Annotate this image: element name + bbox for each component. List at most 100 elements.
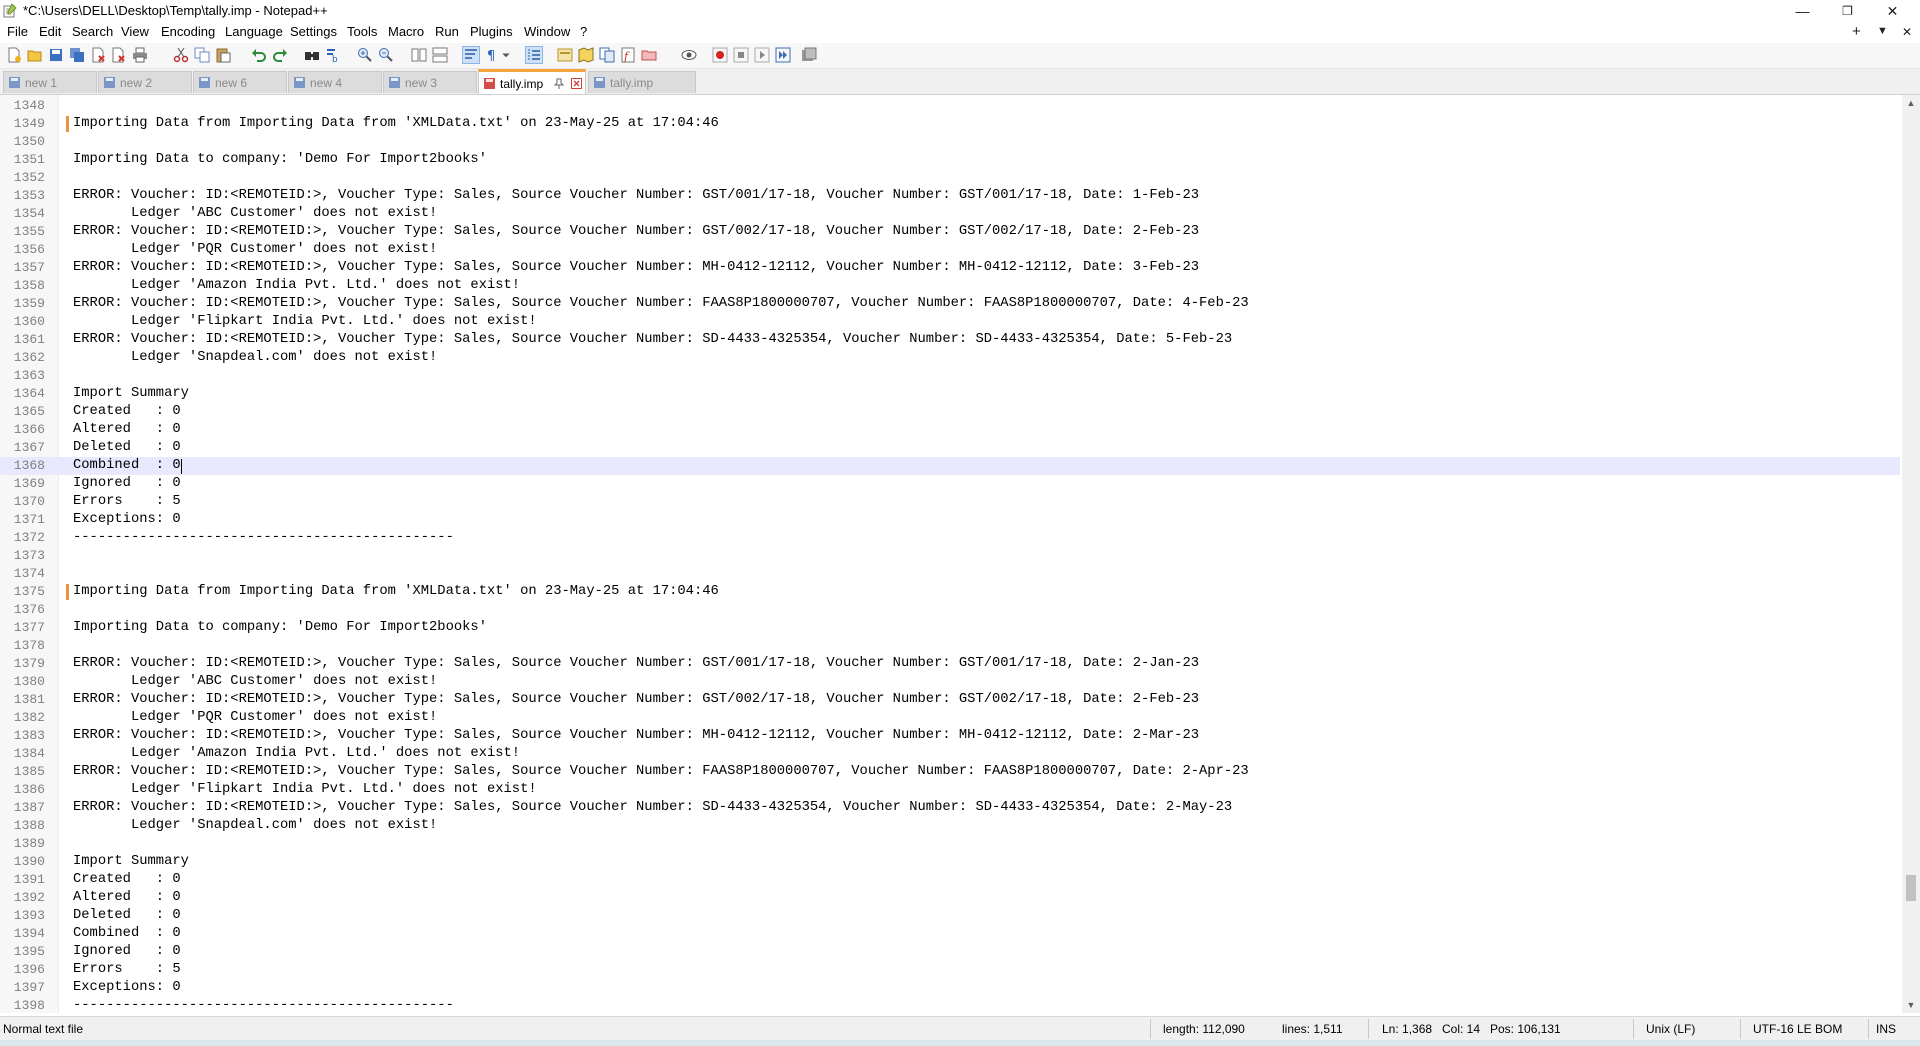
editor-line[interactable]: 1359 ERROR: Voucher: ID:<REMOTEID:>, Vouc… bbox=[0, 295, 1900, 313]
editor-line[interactable]: 1386 Ledger 'Flipkart India Pvt. Ltd.' d… bbox=[0, 781, 1900, 799]
stop-macro-icon[interactable] bbox=[732, 46, 750, 64]
line-text[interactable]: ERROR: Voucher: ID:<REMOTEID:>, Voucher … bbox=[73, 691, 1199, 709]
editor-line[interactable]: 1373 bbox=[0, 547, 1900, 565]
editor-line[interactable]: 1394 Combined : 0 bbox=[0, 925, 1900, 943]
line-text[interactable]: Importing Data from Importing Data from … bbox=[73, 583, 719, 601]
line-text[interactable]: Altered : 0 bbox=[73, 889, 181, 907]
record-macro-icon[interactable] bbox=[711, 46, 729, 64]
editor-line[interactable]: 1364 Import Summary bbox=[0, 385, 1900, 403]
line-text[interactable]: Deleted : 0 bbox=[73, 439, 181, 457]
menu-tools[interactable]: Tools bbox=[347, 24, 377, 39]
function-list-icon[interactable]: f bbox=[619, 46, 637, 64]
line-text[interactable]: Combined : 0 bbox=[73, 457, 181, 475]
pin-icon[interactable] bbox=[553, 78, 565, 90]
editor-line[interactable]: 1398 ------------------------------------… bbox=[0, 997, 1900, 1013]
new-file-icon[interactable] bbox=[5, 46, 23, 64]
editor-line[interactable]: 1397 Exceptions: 0 bbox=[0, 979, 1900, 997]
show-all-characters-icon[interactable]: ¶ bbox=[483, 46, 501, 64]
line-text[interactable]: ----------------------------------------… bbox=[73, 529, 454, 547]
editor-line[interactable]: 1355 ERROR: Voucher: ID:<REMOTEID:>, Vouc… bbox=[0, 223, 1900, 241]
editor-line[interactable]: 1380 Ledger 'ABC Customer' does not exis… bbox=[0, 673, 1900, 691]
line-text[interactable]: ERROR: Voucher: ID:<REMOTEID:>, Voucher … bbox=[73, 799, 1232, 817]
tab-list-button[interactable]: ▼ bbox=[1877, 25, 1888, 37]
line-text[interactable]: Ledger 'PQR Customer' does not exist! bbox=[73, 241, 437, 259]
editor-line[interactable]: 1387 ERROR: Voucher: ID:<REMOTEID:>, Vouc… bbox=[0, 799, 1900, 817]
scroll-down-icon[interactable]: ▼ bbox=[1902, 997, 1920, 1013]
editor-line[interactable]: 1389 bbox=[0, 835, 1900, 853]
new-tab-button[interactable]: + bbox=[1852, 23, 1861, 40]
editor-line[interactable]: 1388 Ledger 'Snapdeal.com' does not exis… bbox=[0, 817, 1900, 835]
line-text[interactable]: Ledger 'Flipkart India Pvt. Ltd.' does n… bbox=[73, 313, 537, 331]
editor-line[interactable]: 1385 ERROR: Voucher: ID:<REMOTEID:>, Vouc… bbox=[0, 763, 1900, 781]
sync-horizontal-icon[interactable] bbox=[431, 46, 449, 64]
editor-line[interactable]: 1361 ERROR: Voucher: ID:<REMOTEID:>, Vouc… bbox=[0, 331, 1900, 349]
menu-edit[interactable]: Edit bbox=[39, 24, 61, 39]
editor-line[interactable]: 1369 Ignored : 0 bbox=[0, 475, 1900, 493]
menu-run[interactable]: Run bbox=[435, 24, 459, 39]
save-icon[interactable] bbox=[47, 46, 65, 64]
open-file-icon[interactable] bbox=[26, 46, 44, 64]
menu-search[interactable]: Search bbox=[72, 24, 113, 39]
line-text[interactable]: Importing Data from Importing Data from … bbox=[73, 115, 719, 133]
editor-line[interactable]: 1377 Importing Data to company: 'Demo For… bbox=[0, 619, 1900, 637]
line-text[interactable]: Ledger 'Snapdeal.com' does not exist! bbox=[73, 817, 437, 835]
editor-line[interactable]: 1379 ERROR: Voucher: ID:<REMOTEID:>, Vouc… bbox=[0, 655, 1900, 673]
line-text[interactable]: ERROR: Voucher: ID:<REMOTEID:>, Voucher … bbox=[73, 727, 1199, 745]
menu-view[interactable]: View bbox=[121, 24, 149, 39]
close-tab-icon[interactable] bbox=[571, 78, 582, 89]
line-text[interactable]: ERROR: Voucher: ID:<REMOTEID:>, Voucher … bbox=[73, 655, 1199, 673]
editor-line[interactable]: 1365 Created : 0 bbox=[0, 403, 1900, 421]
line-text[interactable]: Ignored : 0 bbox=[73, 943, 181, 961]
close-window-button[interactable]: ✕ bbox=[1870, 0, 1915, 22]
document-map-icon[interactable] bbox=[577, 46, 595, 64]
line-text[interactable]: Deleted : 0 bbox=[73, 907, 181, 925]
save-all-icon[interactable] bbox=[68, 46, 86, 64]
undo-icon[interactable] bbox=[250, 46, 268, 64]
text-editor[interactable]: 1348 1349 Importing Data from Importing Da… bbox=[0, 95, 1920, 1013]
editor-line[interactable]: 1353 ERROR: Voucher: ID:<REMOTEID:>, Vouc… bbox=[0, 187, 1900, 205]
editor-line[interactable]: 1395 Ignored : 0 bbox=[0, 943, 1900, 961]
line-text[interactable]: ERROR: Voucher: ID:<REMOTEID:>, Voucher … bbox=[73, 295, 1249, 313]
line-text[interactable]: ERROR: Voucher: ID:<REMOTEID:>, Voucher … bbox=[73, 763, 1249, 781]
editor-line[interactable]: 1391 Created : 0 bbox=[0, 871, 1900, 889]
word-wrap-icon[interactable] bbox=[462, 46, 480, 64]
indent-guide-icon[interactable] bbox=[525, 46, 543, 64]
menu-file[interactable]: File bbox=[7, 24, 28, 39]
line-text[interactable]: Exceptions: 0 bbox=[73, 511, 181, 529]
editor-line[interactable]: 1371 Exceptions: 0 bbox=[0, 511, 1900, 529]
editor-line[interactable]: 1396 Errors : 5 bbox=[0, 961, 1900, 979]
line-text[interactable]: ERROR: Voucher: ID:<REMOTEID:>, Voucher … bbox=[73, 223, 1199, 241]
line-text[interactable]: Import Summary bbox=[73, 385, 189, 403]
editor-line[interactable]: 1392 Altered : 0 bbox=[0, 889, 1900, 907]
editor-line[interactable]: 1350 bbox=[0, 133, 1900, 151]
replace-icon[interactable]: b bbox=[324, 46, 342, 64]
line-text[interactable]: Ledger 'Amazon India Pvt. Ltd.' does not… bbox=[73, 277, 520, 295]
menu-plugins[interactable]: Plugins bbox=[470, 24, 513, 39]
user-defined-language-icon[interactable] bbox=[556, 46, 574, 64]
document-list-icon[interactable] bbox=[598, 46, 616, 64]
line-text[interactable]: Ledger 'Snapdeal.com' does not exist! bbox=[73, 349, 437, 367]
line-text[interactable]: Exceptions: 0 bbox=[73, 979, 181, 997]
monitoring-icon[interactable] bbox=[680, 46, 698, 64]
menu-window[interactable]: Window bbox=[524, 24, 570, 39]
editor-line[interactable]: 1366 Altered : 0 bbox=[0, 421, 1900, 439]
line-text[interactable]: Import Summary bbox=[73, 853, 189, 871]
editor-line[interactable]: 1384 Ledger 'Amazon India Pvt. Ltd.' doe… bbox=[0, 745, 1900, 763]
find-icon[interactable] bbox=[303, 46, 321, 64]
menu-language[interactable]: Language bbox=[225, 24, 283, 39]
editor-line[interactable]: 1390 Import Summary bbox=[0, 853, 1900, 871]
editor-line[interactable]: 1357 ERROR: Voucher: ID:<REMOTEID:>, Vouc… bbox=[0, 259, 1900, 277]
line-text[interactable]: ERROR: Voucher: ID:<REMOTEID:>, Voucher … bbox=[73, 259, 1199, 277]
line-text[interactable]: Altered : 0 bbox=[73, 421, 181, 439]
tab-new-2[interactable]: new 2 bbox=[98, 71, 192, 93]
editor-line[interactable]: 1349 Importing Data from Importing Data f… bbox=[0, 115, 1900, 133]
save-macro-icon[interactable] bbox=[800, 46, 818, 64]
editor-line[interactable]: 1383 ERROR: Voucher: ID:<REMOTEID:>, Vouc… bbox=[0, 727, 1900, 745]
line-text[interactable]: Errors : 5 bbox=[73, 961, 181, 979]
tab-new-6[interactable]: new 6 bbox=[193, 71, 287, 93]
sync-vertical-icon[interactable] bbox=[410, 46, 428, 64]
minimize-button[interactable]: — bbox=[1780, 0, 1825, 22]
editor-line-current[interactable]: 1368 Combined : 0 bbox=[0, 457, 1900, 475]
copy-icon[interactable] bbox=[193, 46, 211, 64]
line-text[interactable]: Importing Data to company: 'Demo For Imp… bbox=[73, 151, 487, 169]
